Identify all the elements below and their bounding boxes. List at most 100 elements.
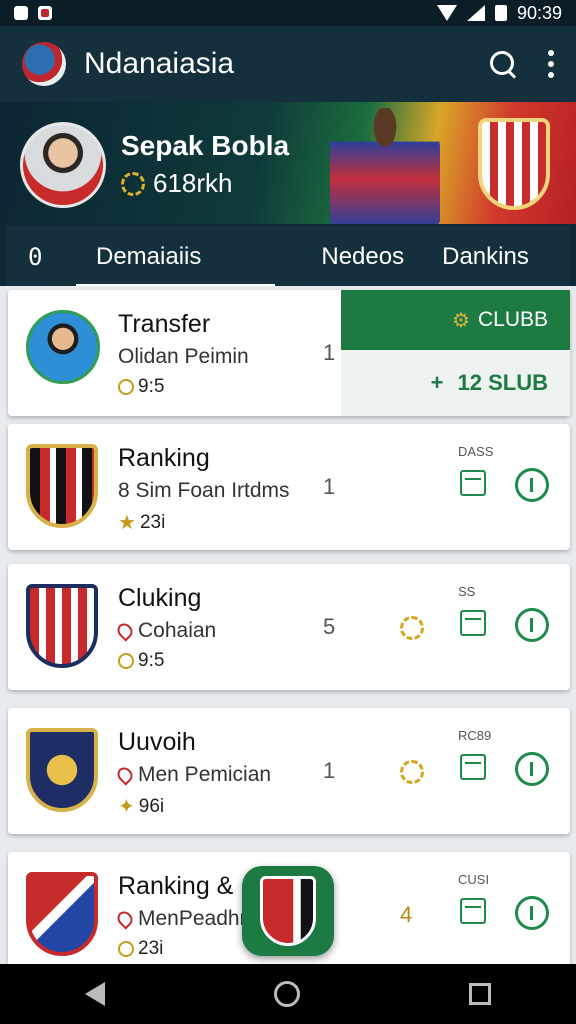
sun-icon: [121, 171, 145, 196]
club-panel: ⚙ CLUBB + 12 SLUB: [341, 290, 570, 416]
card-subtitle-text: Cohaian: [138, 619, 217, 642]
card-meta: ✦ 96i: [118, 794, 164, 819]
club-crest: [26, 444, 98, 528]
card-meta-text: 9:5: [138, 376, 165, 397]
tab-demaiaiis[interactable]: Demaiaiis: [75, 226, 277, 288]
card-title: Uuvoih: [118, 728, 196, 756]
app-logo-icon: [22, 42, 66, 86]
card-title: Ranking: [118, 444, 210, 472]
coin-icon: [118, 653, 134, 669]
back-icon[interactable]: [84, 982, 105, 1006]
card-count: 4: [400, 902, 413, 927]
recent-apps-icon[interactable]: [469, 983, 492, 1005]
coin-icon: [118, 379, 134, 395]
location-pin-icon: [114, 620, 136, 642]
club-join-label: 12 SLUB: [457, 370, 548, 395]
card-meta: 9:5: [118, 376, 164, 398]
sun-icon: [400, 616, 424, 640]
card-tag: SS: [458, 584, 476, 599]
club-crest: [26, 872, 98, 956]
star-icon: ★: [118, 512, 136, 534]
sun-icon: [400, 760, 424, 784]
club-join-button[interactable]: + 12 SLUB: [341, 350, 570, 416]
list-item-ranking[interactable]: Ranking 8 Sim Foan Irtdms ★ 23i 1 DASS: [8, 424, 570, 550]
card-subtitle-text: 8 Sim Foan Irtdms: [118, 479, 290, 502]
calendar-icon[interactable]: [460, 754, 486, 780]
info-icon[interactable]: [515, 468, 549, 502]
card-subtitle: Olidan Peimin: [118, 345, 249, 369]
card-count: 1: [323, 474, 336, 499]
battery-icon: [494, 5, 507, 21]
calendar-icon[interactable]: [460, 898, 486, 924]
info-icon[interactable]: [515, 752, 549, 786]
hero-title: Sepak Bobla: [121, 130, 290, 161]
calendar-icon[interactable]: [460, 610, 486, 636]
card-subtitle: Men Pemician: [114, 763, 272, 787]
list-item-transfer[interactable]: Transfer Olidan Peimin 9:5 1 ⚙ CLUBB + 1…: [8, 290, 570, 416]
club-button-label: CLUBB: [477, 308, 548, 331]
calendar-icon[interactable]: [460, 470, 486, 496]
card-subtitle: MenPeadhr: [114, 907, 247, 931]
app-bar: Ndanaiasia: [0, 26, 576, 102]
notification-icon: [14, 6, 28, 20]
card-title: Ranking &: [118, 872, 234, 900]
card-subtitle-text: Men Pemician: [138, 763, 272, 786]
app-actions: [488, 49, 554, 79]
hero-banner[interactable]: Sepak Bobla 618rkh: [0, 102, 576, 224]
club-icon: ⚙: [452, 309, 470, 332]
card-count: 5: [323, 614, 336, 639]
card-count: 1: [323, 758, 336, 783]
list-item-cluking[interactable]: Cluking Cohaian 9:5 5 SS: [8, 564, 570, 690]
card-subtitle-text: MenPeadhr: [138, 907, 247, 930]
card-count: 1: [323, 340, 336, 365]
club-crest: [26, 584, 98, 668]
card-meta-text: 96i: [138, 795, 165, 817]
list-item-uuvoih[interactable]: Uuvoih Men Pemician ✦ 96i 1 RC89: [8, 708, 570, 834]
tab-menu-icon[interactable]: 0: [28, 243, 46, 271]
coin-icon: [118, 941, 134, 957]
home-icon[interactable]: [273, 981, 300, 1007]
content-list[interactable]: Transfer Olidan Peimin 9:5 1 ⚙ CLUBB + 1…: [0, 286, 576, 964]
hero-club-crest: [478, 118, 550, 210]
hero-player-avatar: [20, 122, 106, 208]
signal-icon: [466, 5, 485, 21]
status-indicators: 90:39: [436, 2, 562, 24]
card-tag: RC89: [458, 728, 492, 743]
club-button[interactable]: ⚙ CLUBB: [341, 290, 570, 350]
card-subtitle: Cohaian: [114, 619, 217, 643]
tab-label: Nedeos: [321, 243, 405, 270]
wifi-icon: [436, 5, 457, 21]
card-meta: 9:5: [118, 650, 164, 672]
card-title: Transfer: [118, 310, 211, 338]
location-pin-icon: [114, 908, 136, 930]
card-meta-text: 23i: [138, 938, 164, 959]
info-icon[interactable]: [515, 608, 549, 642]
system-nav-bar: [0, 964, 576, 1024]
floating-action-button[interactable]: [242, 866, 334, 956]
hero-subtitle-row: 618rkh: [121, 168, 233, 199]
app-title: Ndanaiasia: [84, 47, 235, 80]
card-subtitle: 8 Sim Foan Irtdms: [118, 479, 290, 503]
trophy-icon: ✦: [118, 796, 135, 818]
card-meta: ★ 23i: [118, 510, 165, 535]
more-options-icon[interactable]: [548, 50, 554, 78]
card-tag: DASS: [458, 444, 494, 459]
plus-icon: +: [430, 370, 444, 395]
status-time: 90:39: [516, 2, 562, 23]
hero-player-image: [330, 108, 440, 224]
status-bar: 90:39: [0, 0, 576, 26]
card-meta-text: 23i: [139, 511, 166, 533]
tab-label: Dankins: [442, 243, 529, 270]
card-meta: 23i: [118, 938, 163, 960]
location-pin-icon: [114, 764, 136, 786]
tab-nedeos[interactable]: Nedeos: [321, 226, 404, 288]
card-meta-text: 9:5: [138, 650, 165, 671]
search-icon[interactable]: [488, 49, 518, 79]
card-title: Cluking: [118, 584, 202, 612]
card-subtitle-text: Olidan Peimin: [118, 345, 249, 368]
status-notifications: [14, 6, 52, 20]
info-icon[interactable]: [515, 896, 549, 930]
card-tag: CUSI: [458, 872, 490, 887]
tab-dankins[interactable]: Dankins: [442, 226, 529, 288]
club-crest-icon: [260, 876, 316, 946]
